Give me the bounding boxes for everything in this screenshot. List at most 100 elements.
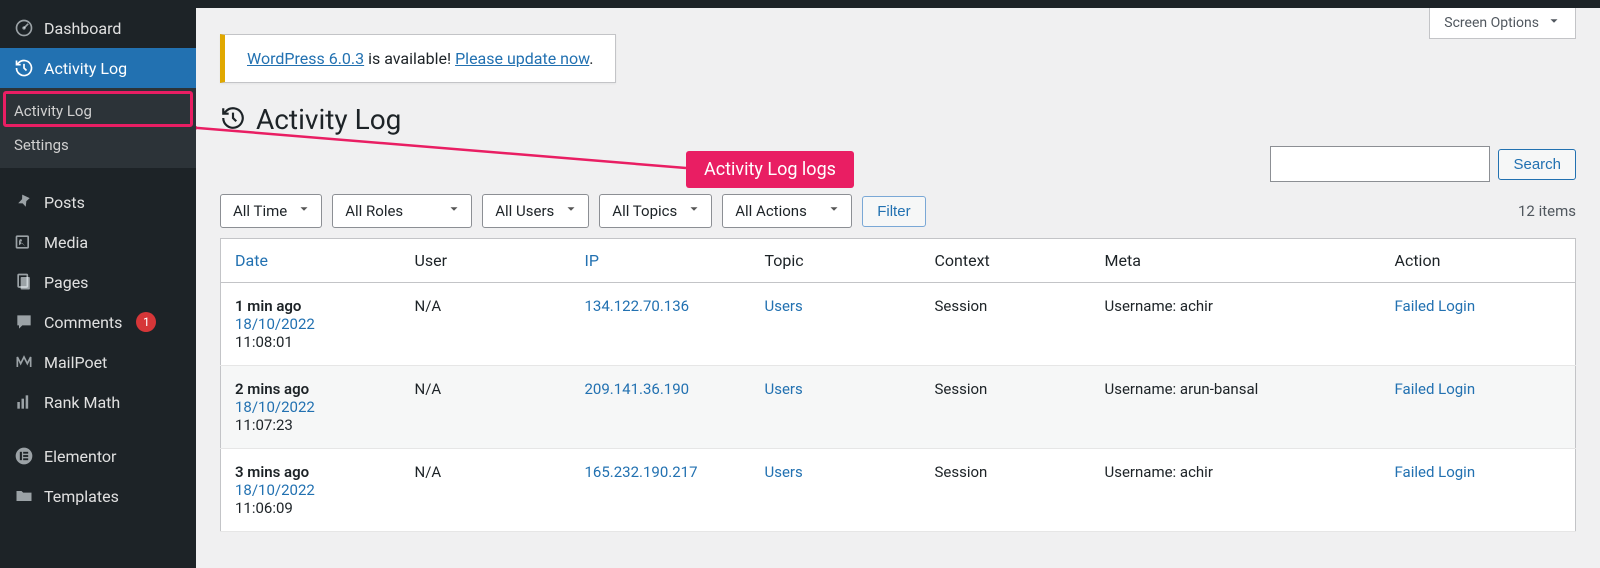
wp-version-link[interactable]: WordPress 6.0.3 bbox=[247, 49, 364, 68]
comments-count-badge: 1 bbox=[136, 312, 156, 332]
table-row: 3 mins ago18/10/202211:06:09N/A 165.232.1… bbox=[221, 449, 1576, 532]
sidebar-sub-activity-log[interactable]: Activity Log bbox=[0, 94, 196, 128]
cell-topic: Users bbox=[751, 449, 921, 532]
col-date[interactable]: Date bbox=[221, 239, 401, 283]
pages-icon bbox=[14, 272, 34, 292]
filter-time-select[interactable]: All Time bbox=[220, 194, 322, 228]
filter-topics-select[interactable]: All Topics bbox=[599, 194, 712, 228]
sidebar-item-label: MailPoet bbox=[44, 353, 107, 372]
col-topic: Topic bbox=[751, 239, 921, 283]
sidebar-submenu: Activity Log Settings bbox=[0, 88, 196, 168]
mailpoet-icon bbox=[14, 352, 34, 372]
search-button[interactable]: Search bbox=[1498, 149, 1576, 180]
col-context: Context bbox=[921, 239, 1091, 283]
sidebar-item-label: Comments bbox=[44, 313, 122, 332]
cell-meta: Username: arun-bansal bbox=[1091, 366, 1381, 449]
sidebar-item-dashboard[interactable]: Dashboard bbox=[0, 8, 196, 48]
cell-ip: 134.122.70.136 bbox=[571, 283, 751, 366]
sidebar-sub-settings[interactable]: Settings bbox=[0, 128, 196, 162]
sidebar-item-mailpoet[interactable]: MailPoet bbox=[0, 342, 196, 382]
cell-action: Failed Login bbox=[1381, 283, 1576, 366]
sidebar-item-comments[interactable]: Comments 1 bbox=[0, 302, 196, 342]
action-link[interactable]: Failed Login bbox=[1395, 463, 1476, 481]
col-meta: Meta bbox=[1091, 239, 1381, 283]
ip-link[interactable]: 209.141.36.190 bbox=[585, 380, 690, 398]
history-icon bbox=[220, 105, 246, 135]
ip-link[interactable]: 165.232.190.217 bbox=[585, 463, 698, 481]
chevron-down-icon bbox=[687, 202, 701, 220]
item-count: 12 items bbox=[1518, 202, 1576, 220]
admin-sidebar: Dashboard Activity Log Activity Log Sett… bbox=[0, 8, 196, 568]
search-input[interactable] bbox=[1270, 146, 1490, 182]
annotation-label: Activity Log logs bbox=[686, 151, 854, 188]
sidebar-item-label: Activity Log bbox=[44, 59, 127, 78]
table-row: 1 min ago18/10/202211:08:01N/A 134.122.70… bbox=[221, 283, 1576, 366]
filter-button[interactable]: Filter bbox=[862, 196, 925, 227]
topic-link[interactable]: Users bbox=[765, 463, 803, 481]
sidebar-item-elementor[interactable]: Elementor bbox=[0, 436, 196, 476]
filter-actions-select[interactable]: All Actions bbox=[722, 194, 852, 228]
cell-date: 2 mins ago18/10/202211:07:23 bbox=[221, 366, 401, 449]
sidebar-item-label: Elementor bbox=[44, 447, 116, 466]
sidebar-item-label: Media bbox=[44, 233, 88, 252]
topic-link[interactable]: Users bbox=[765, 297, 803, 315]
pin-icon bbox=[14, 192, 34, 212]
table-row: 2 mins ago18/10/202211:07:23N/A 209.141.3… bbox=[221, 366, 1576, 449]
elementor-icon bbox=[14, 446, 34, 466]
chevron-down-icon bbox=[447, 202, 461, 220]
sidebar-item-pages[interactable]: Pages bbox=[0, 262, 196, 302]
cell-user: N/A bbox=[401, 366, 571, 449]
cell-context: Session bbox=[921, 449, 1091, 532]
page-title: Activity Log bbox=[256, 103, 401, 136]
activity-log-table: Date User IP Topic Context Meta Action 1… bbox=[220, 238, 1576, 532]
chevron-down-icon bbox=[564, 202, 578, 220]
cell-ip: 209.141.36.190 bbox=[571, 366, 751, 449]
update-notice: WordPress 6.0.3 is available! Please upd… bbox=[220, 34, 616, 83]
top-bar bbox=[0, 0, 1600, 8]
cell-date: 3 mins ago18/10/202211:06:09 bbox=[221, 449, 401, 532]
cell-action: Failed Login bbox=[1381, 366, 1576, 449]
main-content: Screen Options WordPress 6.0.3 is availa… bbox=[196, 8, 1600, 568]
action-link[interactable]: Failed Login bbox=[1395, 297, 1476, 315]
cell-context: Session bbox=[921, 366, 1091, 449]
action-link[interactable]: Failed Login bbox=[1395, 380, 1476, 398]
dashboard-icon bbox=[14, 18, 34, 38]
sidebar-item-label: Posts bbox=[44, 193, 85, 212]
filter-roles-select[interactable]: All Roles bbox=[332, 194, 472, 228]
history-icon bbox=[14, 58, 34, 78]
comments-icon bbox=[14, 312, 34, 332]
cell-meta: Username: achir bbox=[1091, 449, 1381, 532]
sidebar-item-label: Templates bbox=[44, 487, 119, 506]
cell-ip: 165.232.190.217 bbox=[571, 449, 751, 532]
cell-meta: Username: achir bbox=[1091, 283, 1381, 366]
cell-context: Session bbox=[921, 283, 1091, 366]
ip-link[interactable]: 134.122.70.136 bbox=[585, 297, 690, 315]
sidebar-item-media[interactable]: Media bbox=[0, 222, 196, 262]
col-ip[interactable]: IP bbox=[571, 239, 751, 283]
filter-users-select[interactable]: All Users bbox=[482, 194, 589, 228]
sidebar-item-posts[interactable]: Posts bbox=[0, 182, 196, 222]
sidebar-item-activity-log[interactable]: Activity Log bbox=[0, 48, 196, 88]
topic-link[interactable]: Users bbox=[765, 380, 803, 398]
folder-icon bbox=[14, 486, 34, 506]
sidebar-item-label: Dashboard bbox=[44, 19, 121, 38]
cell-user: N/A bbox=[401, 283, 571, 366]
cell-date: 1 min ago18/10/202211:08:01 bbox=[221, 283, 401, 366]
cell-user: N/A bbox=[401, 449, 571, 532]
cell-topic: Users bbox=[751, 366, 921, 449]
sidebar-item-rank-math[interactable]: Rank Math bbox=[0, 382, 196, 422]
sidebar-item-templates[interactable]: Templates bbox=[0, 476, 196, 516]
chevron-down-icon bbox=[827, 202, 841, 220]
screen-options-toggle[interactable]: Screen Options bbox=[1429, 8, 1576, 39]
sidebar-item-label: Rank Math bbox=[44, 393, 120, 412]
chart-icon bbox=[14, 392, 34, 412]
cell-action: Failed Login bbox=[1381, 449, 1576, 532]
chevron-down-icon bbox=[1547, 14, 1561, 32]
col-user: User bbox=[401, 239, 571, 283]
media-icon bbox=[14, 232, 34, 252]
chevron-down-icon bbox=[297, 202, 311, 220]
update-now-link[interactable]: Please update now bbox=[455, 49, 589, 68]
sidebar-item-label: Pages bbox=[44, 273, 88, 292]
cell-topic: Users bbox=[751, 283, 921, 366]
col-action: Action bbox=[1381, 239, 1576, 283]
